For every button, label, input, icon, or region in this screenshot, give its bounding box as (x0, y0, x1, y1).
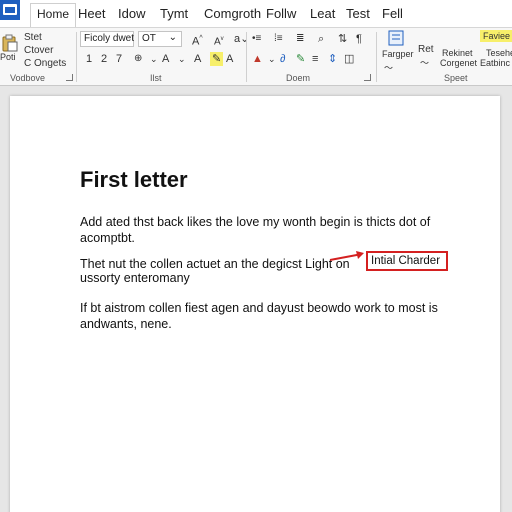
sort-icon[interactable]: ⇅ (338, 32, 347, 46)
file-menu-button[interactable] (0, 0, 20, 20)
document-canvas: First letter Add ated thst back likes th… (0, 86, 512, 512)
grow-font-icon[interactable]: A^ (192, 32, 203, 49)
paragraph-2-line-2: ussorty enteromany (80, 271, 190, 285)
clipboard-item-1[interactable]: Stet (24, 32, 42, 43)
style-tesehe-sub: Eatbinc (480, 58, 511, 68)
multilevel-list-icon[interactable]: ≣ (296, 32, 304, 46)
paste-icon[interactable] (2, 34, 18, 52)
group-separator (376, 32, 377, 82)
tab-test[interactable]: Test (346, 6, 370, 21)
paragraph-3: If bt aistrom collen fiest agen and dayu… (80, 301, 438, 331)
shading-icon[interactable]: ▲ (252, 52, 263, 66)
group-separator (76, 32, 77, 82)
strikethrough-icon[interactable]: A (162, 52, 169, 66)
document-page[interactable]: First letter Add ated thst back likes th… (10, 96, 500, 512)
group-separator (246, 32, 247, 82)
font-color-icon[interactable]: A (226, 52, 233, 66)
font-size-value: OT (142, 33, 156, 44)
callout-box: Intial Charder (366, 251, 448, 271)
font-size-dropdown[interactable]: OT ⌄ (138, 31, 182, 47)
font-size-option-2[interactable]: 2 (101, 52, 107, 66)
style-rekinet-sub: Corgenet (440, 58, 478, 68)
tab-fell[interactable]: Fell (382, 6, 403, 21)
squiggle-icon: 〜 (384, 63, 394, 73)
document-title: First letter (80, 167, 188, 192)
text-effects-icon[interactable]: A (194, 52, 201, 66)
font-size-option-3[interactable]: 7 (116, 52, 122, 66)
tab-comgroth[interactable]: Comgroth (204, 6, 261, 21)
find-icon[interactable]: ⌕ (318, 32, 324, 46)
style-tesehe[interactable]: Tesehe (486, 48, 512, 58)
highlight-color-icon[interactable]: ✎ (210, 52, 224, 66)
callout-arrow-icon (329, 251, 364, 261)
show-marks-icon[interactable]: ¶ (356, 32, 362, 46)
chevron-down-icon[interactable]: ⌄ (178, 52, 186, 66)
style-ret[interactable]: Ret (418, 44, 434, 55)
chevron-down-icon[interactable]: ⌄ (268, 52, 276, 66)
change-case-icon[interactable]: a⌄ (234, 32, 249, 46)
numbering-icon[interactable]: ⁞≡ (274, 32, 283, 46)
tab-heet[interactable]: Heet (78, 6, 105, 21)
styles-big-label[interactable]: Fargper (382, 49, 414, 59)
word-processor-window: Home Heet Idow Tymt Comgroth Follw Leat … (0, 0, 512, 512)
chevron-down-icon: ⌄ (168, 32, 177, 43)
chevron-down-icon[interactable]: ⌄ (150, 52, 158, 66)
styles-group-label: Speet (444, 73, 468, 83)
clipboard-group-label: Vodbove (10, 73, 46, 83)
document-icon (3, 4, 17, 15)
paste-label[interactable]: Poti (0, 52, 16, 62)
clipboard-item-3[interactable]: C Ongets (24, 58, 66, 69)
tab-home[interactable]: Home (30, 3, 77, 27)
align-left-icon[interactable]: ≡ (312, 52, 318, 66)
clear-format-icon[interactable]: ⊕ (134, 52, 142, 66)
paragraph-1: Add ated thst back likes the love my won… (80, 215, 431, 245)
pen-icon[interactable]: ✎ (296, 52, 305, 66)
font-name-dropdown[interactable]: Ficoly dwet (80, 31, 134, 47)
paragraph-launcher-icon[interactable] (364, 74, 371, 81)
squiggle-icon: 〜 (420, 58, 430, 68)
font-group-label: Ilst (150, 73, 162, 83)
bullets-icon[interactable]: •≡ (252, 32, 261, 46)
tab-idow[interactable]: Idow (118, 6, 145, 21)
paragraph-group-label: Doem (286, 73, 311, 83)
shrink-font-icon[interactable]: Av (214, 32, 224, 49)
link-icon[interactable]: ∂ (280, 52, 285, 66)
tab-leat[interactable]: Leat (310, 6, 335, 21)
tab-tymt[interactable]: Tymt (160, 6, 188, 21)
style-faviee[interactable]: Faviee (480, 30, 512, 42)
style-rekinet[interactable]: Rekinet (442, 48, 473, 58)
clipboard-launcher-icon[interactable] (66, 74, 73, 81)
ribbon: Poti Stet Ctover C Ongets Vodbove Ficoly… (0, 28, 512, 86)
tab-follw[interactable]: Follw (266, 6, 296, 21)
ribbon-tab-bar: Home Heet Idow Tymt Comgroth Follw Leat … (0, 0, 512, 28)
clipboard-item-2[interactable]: Ctover (24, 45, 53, 56)
borders-icon[interactable]: ◫ (344, 52, 354, 66)
font-size-option-1[interactable]: 1 (86, 52, 92, 66)
styles-gallery-icon[interactable] (388, 30, 404, 46)
line-spacing-icon[interactable]: ⇕ (328, 52, 337, 66)
